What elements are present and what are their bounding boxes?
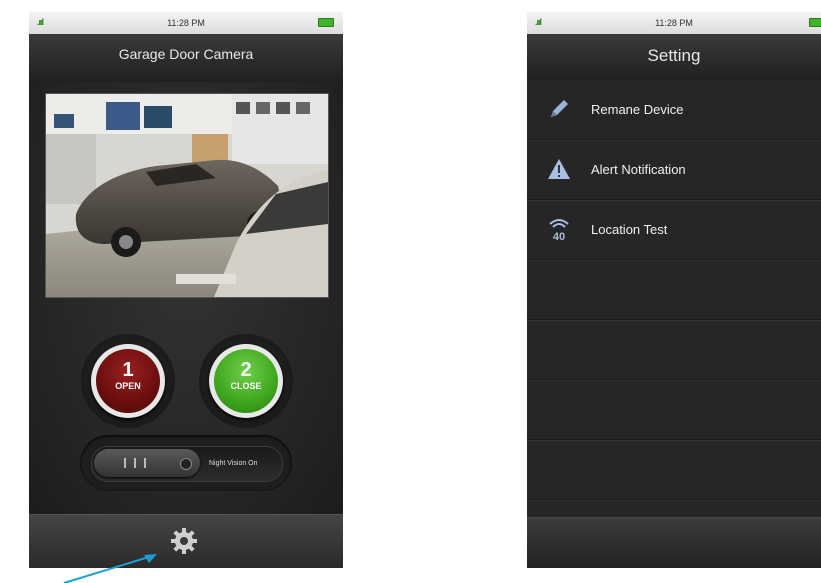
close-door-button[interactable]: 2 CLOSE bbox=[199, 334, 293, 428]
status-bar: .ııl 11:28 PM bbox=[29, 12, 343, 34]
page-title: Setting bbox=[647, 46, 701, 65]
battery-icon bbox=[318, 18, 334, 27]
bottom-toolbar bbox=[527, 517, 821, 568]
status-bar: .ııl 11:28 PM bbox=[527, 12, 821, 34]
toggle-knob[interactable] bbox=[94, 449, 200, 477]
settings-item-label: Remane Device bbox=[591, 102, 684, 117]
settings-item-location-test[interactable]: 40 Location Test bbox=[527, 200, 821, 260]
annotation-arrow-icon bbox=[63, 554, 157, 583]
settings-item-rename-device[interactable]: Remane Device bbox=[527, 80, 821, 140]
open-button-number: 1 bbox=[122, 359, 134, 381]
night-vision-label: Night Vision On bbox=[209, 460, 258, 467]
close-button-number: 2 bbox=[240, 359, 252, 381]
open-door-button[interactable]: 1 OPEN bbox=[81, 334, 175, 428]
svg-text:40: 40 bbox=[553, 231, 565, 241]
settings-item-alert-notification[interactable]: Alert Notification bbox=[527, 140, 821, 200]
status-time: 11:28 PM bbox=[167, 18, 205, 28]
garage-camera-image bbox=[46, 94, 328, 297]
status-time: 11:28 PM bbox=[655, 18, 693, 28]
pencil-icon bbox=[551, 100, 568, 117]
close-button-label: CLOSE bbox=[230, 381, 262, 391]
settings-gear-icon[interactable] bbox=[169, 526, 199, 556]
page-title: Garage Door Camera bbox=[118, 46, 254, 62]
settings-screen: .ııl 11:28 PM Setting Remane Device Aler… bbox=[527, 12, 821, 568]
settings-empty-row bbox=[527, 260, 821, 320]
camera-feed[interactable] bbox=[45, 93, 329, 298]
settings-list: Remane Device Alert Notification 40 Loca… bbox=[527, 80, 821, 518]
nav-bar: Setting bbox=[527, 34, 821, 81]
night-vision-toggle[interactable]: Night Vision On bbox=[91, 446, 283, 482]
wifi-40-icon: 40 bbox=[549, 219, 569, 241]
main-content: 1 OPEN 2 CLOSE Night Vision On bbox=[29, 82, 343, 515]
camera-icon bbox=[180, 458, 192, 470]
settings-empty-row bbox=[527, 320, 821, 380]
battery-icon bbox=[809, 18, 821, 27]
settings-item-label: Alert Notification bbox=[591, 162, 686, 177]
settings-empty-row bbox=[527, 380, 821, 440]
open-button-label: OPEN bbox=[115, 381, 141, 391]
settings-empty-row bbox=[527, 440, 821, 500]
nav-bar: Garage Door Camera bbox=[29, 34, 343, 83]
garage-camera-screen: .ııl 11:28 PM Garage Door Camera 1 OPEN … bbox=[29, 12, 343, 568]
settings-item-label: Location Test bbox=[591, 222, 668, 237]
warning-icon bbox=[548, 159, 570, 179]
night-vision-control: Night Vision On bbox=[80, 435, 292, 491]
